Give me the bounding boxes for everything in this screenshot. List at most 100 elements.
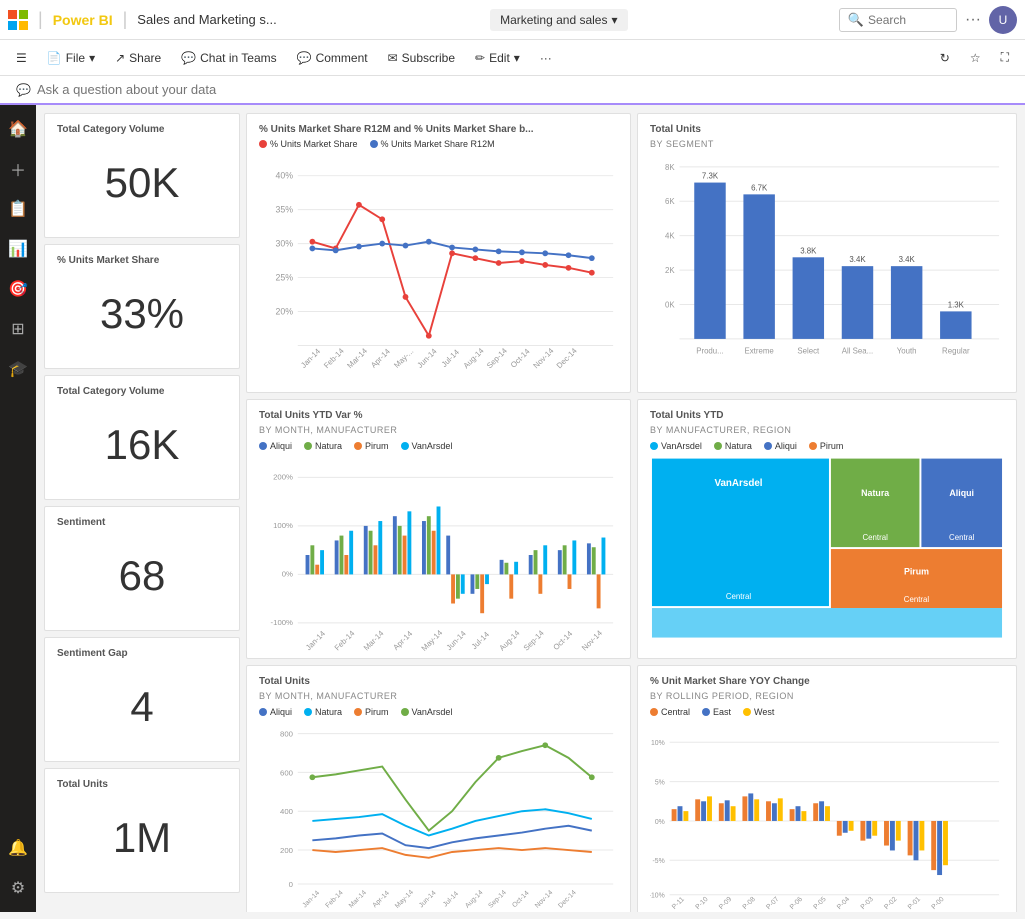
svg-text:Oct-14: Oct-14 [509, 346, 532, 369]
total-units-line-card: Total Units BY MONTH, MANUFACTURER Aliqu… [246, 665, 631, 912]
ytd-treemap-card: Total Units YTD BY MANUFACTURER, REGION … [637, 399, 1017, 659]
svg-text:Feb-14: Feb-14 [333, 628, 357, 652]
svg-text:May-...: May-... [392, 347, 415, 370]
ask-bar[interactable]: 💬 [0, 76, 1025, 105]
goals-icon[interactable]: 🎯 [2, 273, 34, 305]
svg-text:P-01: P-01 [907, 896, 922, 911]
browse-icon[interactable]: 📋 [2, 193, 34, 225]
bar-chart-title: Total Units [650, 124, 1004, 135]
refresh-button[interactable]: ↻ [932, 47, 958, 69]
tu-dot-0 [259, 708, 267, 716]
ytd-tm-dot-0 [650, 442, 658, 450]
svg-text:6.7K: 6.7K [751, 183, 768, 192]
svg-text:Oct-14: Oct-14 [551, 629, 574, 652]
file-button[interactable]: 📄 File ▾ [39, 47, 103, 69]
ytd-treemap-legend: VanArsdel Natura Aliqui Pirum [650, 441, 1004, 451]
brand-separator: | [38, 9, 43, 30]
svg-text:P-00: P-00 [930, 896, 945, 911]
layout: 🏠 ＋ 📋 📊 🎯 ⊞ 🎓 🔔 ⚙ Total Category Volume … [0, 105, 1025, 912]
favorite-button[interactable]: ☆ [962, 47, 989, 69]
dashboard-grid: Total Category Volume 50K % Units Market… [44, 113, 1017, 912]
ytd-tm-label-0: VanArsdel [661, 441, 702, 451]
units-market-share-card: % Units Market Share 33% [44, 244, 240, 369]
svg-text:VanArsdel: VanArsdel [714, 478, 762, 489]
svg-text:Sep-14: Sep-14 [485, 346, 510, 371]
total-units-legend: Aliqui Natura Pirum VanArsdel [259, 707, 618, 717]
settings-icon[interactable]: ⚙ [2, 872, 34, 904]
home-icon[interactable]: 🏠 [2, 113, 34, 145]
share-button[interactable]: ↗ Share [107, 47, 169, 69]
svg-text:P-08: P-08 [742, 896, 757, 911]
tu-legend-1: Natura [304, 707, 342, 717]
svg-text:P-11: P-11 [671, 896, 686, 911]
svg-text:Produ...: Produ... [696, 347, 724, 356]
svg-text:100%: 100% [273, 521, 293, 530]
comment-button[interactable]: 💬 Comment [289, 47, 376, 69]
data-icon[interactable]: 📊 [2, 233, 34, 265]
notifications-icon[interactable]: 🔔 [2, 832, 34, 864]
ytd-legend-label-3: VanArsdel [412, 441, 453, 451]
workspace-title: Marketing and sales [500, 13, 607, 27]
legend-dot-1 [370, 140, 378, 148]
svg-text:Youth: Youth [897, 347, 917, 356]
svg-text:4K: 4K [665, 232, 675, 241]
file-icon: 📄 [47, 51, 62, 65]
center-column: % Units Market Share R12M and % Units Ma… [246, 113, 631, 912]
svg-text:Mar-14: Mar-14 [345, 346, 369, 370]
svg-text:Dec-14: Dec-14 [555, 346, 580, 371]
svg-text:0K: 0K [665, 300, 675, 309]
ytd-legend-1: Natura [304, 441, 342, 451]
svg-text:5%: 5% [655, 780, 665, 787]
yoy-change-title: % Unit Market Share YOY Change [650, 676, 1004, 687]
svg-text:Extreme: Extreme [745, 347, 775, 356]
tu-legend-2: Pirum [354, 707, 389, 717]
hamburger-button[interactable]: ☰ [8, 47, 35, 69]
more-toolbar-button[interactable]: ··· [532, 47, 560, 69]
main-content: Total Category Volume 50K % Units Market… [36, 105, 1025, 912]
ytd-legend-dot-3 [401, 442, 409, 450]
workspace-selector[interactable]: Marketing and sales ▾ [490, 9, 627, 31]
total-category-volume-2-value: 16K [57, 401, 227, 489]
svg-text:Jul-14: Jul-14 [442, 890, 460, 908]
ytd-var-subtitle: BY MONTH, MANUFACTURER [259, 425, 618, 435]
apps-icon[interactable]: ⊞ [2, 313, 34, 345]
svg-text:P-04: P-04 [836, 896, 851, 911]
search-box[interactable]: 🔍 [839, 8, 957, 32]
svg-text:Apr-14: Apr-14 [391, 629, 414, 652]
svg-text:25%: 25% [276, 272, 294, 282]
fullscreen-button[interactable]: ⛶ [993, 46, 1017, 69]
svg-text:Central: Central [863, 533, 889, 542]
svg-text:Nov-14: Nov-14 [580, 628, 605, 653]
ytd-var-card: Total Units YTD Var % BY MONTH, MANUFACT… [246, 399, 631, 659]
search-input[interactable] [868, 13, 948, 27]
ask-input[interactable] [37, 82, 1009, 97]
svg-text:40%: 40% [276, 171, 294, 181]
svg-text:Central: Central [904, 595, 930, 604]
svg-text:3.8K: 3.8K [800, 246, 817, 255]
search-icon: 🔍 [848, 12, 864, 28]
svg-text:Jul-14: Jul-14 [440, 347, 462, 369]
total-units-line-title: Total Units [259, 676, 618, 687]
svg-text:400: 400 [280, 807, 293, 816]
ytd-legend-dot-0 [259, 442, 267, 450]
tu-label-3: VanArsdel [412, 707, 453, 717]
top-bar-right: 🔍 ··· U [839, 6, 1017, 34]
svg-text:200: 200 [280, 846, 293, 855]
learn-icon[interactable]: 🎓 [2, 353, 34, 385]
create-icon[interactable]: ＋ [2, 153, 34, 185]
yoy-change-subtitle: BY ROLLING PERIOD, REGION [650, 691, 1004, 701]
svg-text:Natura: Natura [861, 488, 889, 498]
subscribe-button[interactable]: ✉ Subscribe [380, 47, 463, 69]
svg-text:Aliqui: Aliqui [949, 488, 974, 498]
powerbi-logo: Power BI [53, 12, 113, 28]
line-chart-svg: 40% 35% 30% 25% 20% [259, 153, 618, 373]
svg-text:8K: 8K [665, 163, 675, 172]
ytd-legend-3: VanArsdel [401, 441, 453, 451]
edit-button[interactable]: ✏ Edit ▾ [467, 47, 528, 69]
chat-in-teams-button[interactable]: 💬 Chat in Teams [173, 47, 284, 69]
more-options-button[interactable]: ··· [965, 11, 981, 29]
svg-text:0%: 0% [282, 569, 293, 578]
top-bar-left: | Power BI | Sales and Marketing s... Ma… [8, 9, 835, 31]
left-column: Total Category Volume 50K % Units Market… [44, 113, 240, 912]
svg-text:Jun-14: Jun-14 [445, 629, 469, 653]
